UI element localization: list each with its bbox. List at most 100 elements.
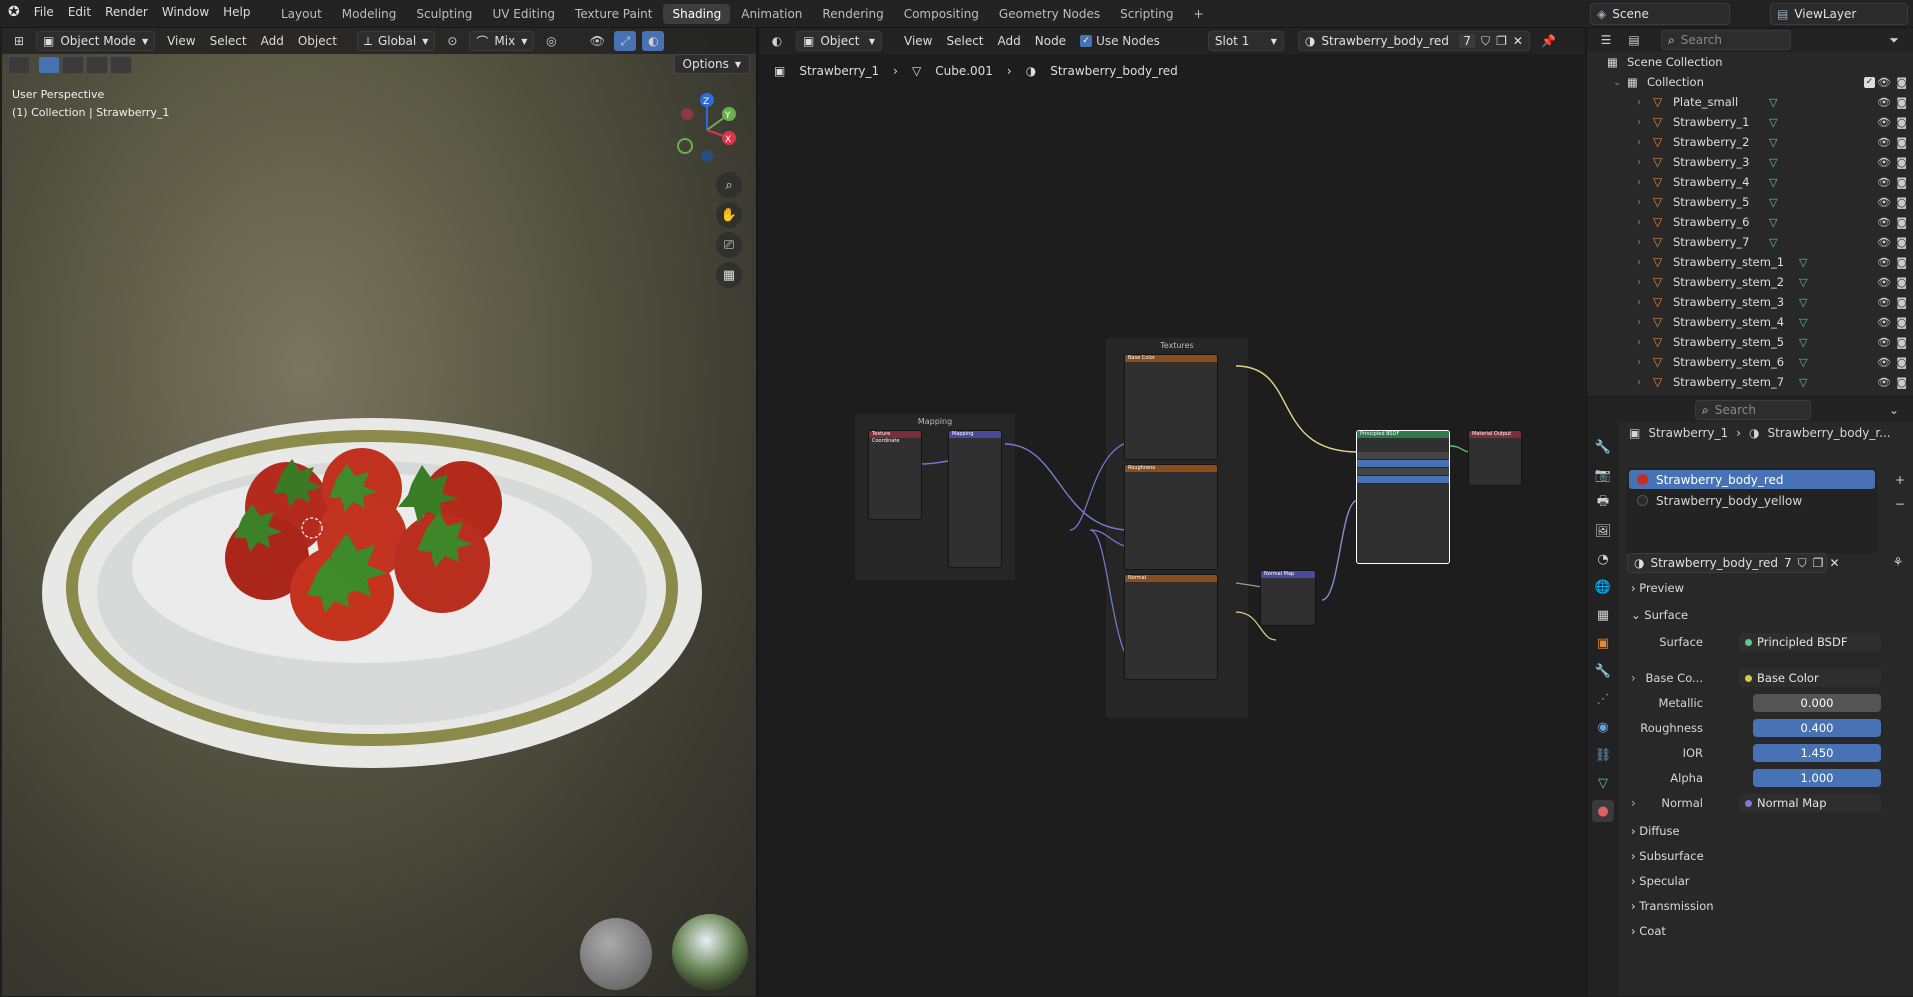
- ior-field[interactable]: 1.450: [1753, 744, 1881, 762]
- mesh-data-icon[interactable]: ▽: [1799, 256, 1807, 269]
- select-extend-icon[interactable]: [62, 56, 84, 74]
- node-normal-texture[interactable]: Normal: [1124, 574, 1218, 680]
- chevron-right-icon[interactable]: ›: [1637, 257, 1641, 268]
- chevron-right-icon[interactable]: ›: [1637, 117, 1641, 128]
- mesh-data-icon[interactable]: ▽: [1799, 336, 1807, 349]
- 3d-viewport[interactable]: ⊞ ▣ Object Mode ▼ View Select Add Object ⟂…: [2, 28, 758, 996]
- particles-tab-icon[interactable]: ⋰: [1592, 688, 1614, 710]
- outliner-item[interactable]: › ▽ Strawberry_stem_3 ▽ 👁 ◙: [1587, 292, 1913, 312]
- eye-icon[interactable]: 👁: [1877, 336, 1891, 349]
- menu-window[interactable]: Window: [162, 5, 209, 19]
- node-normal-map[interactable]: Normal Map: [1260, 570, 1316, 626]
- collection-row[interactable]: ⌄ ▦ Collection ✓ 👁 ◙: [1587, 72, 1913, 92]
- camera-icon[interactable]: ◙: [1896, 176, 1907, 189]
- menu-file[interactable]: File: [34, 5, 54, 19]
- eye-icon[interactable]: 👁: [1877, 216, 1891, 229]
- zoom-icon[interactable]: ⌕: [716, 172, 742, 198]
- chevron-right-icon[interactable]: ›: [1637, 357, 1641, 368]
- chevron-right-icon[interactable]: ›: [1631, 671, 1636, 685]
- chevron-right-icon[interactable]: ›: [1637, 317, 1641, 328]
- outliner-item[interactable]: › ▽ Strawberry_stem_5 ▽ 👁 ◙: [1587, 332, 1913, 352]
- render-tab-icon[interactable]: 📷: [1592, 464, 1614, 486]
- eye-icon[interactable]: 👁: [1877, 356, 1891, 369]
- eye-icon[interactable]: 👁: [1877, 236, 1891, 249]
- eye-icon[interactable]: 👁: [1877, 136, 1891, 149]
- camera-icon[interactable]: ◙: [1896, 196, 1907, 209]
- menu-edit[interactable]: Edit: [68, 5, 91, 19]
- select-new-icon[interactable]: [38, 56, 60, 74]
- node-mapping[interactable]: Mapping: [948, 430, 1002, 568]
- tab-modeling[interactable]: Modeling: [333, 4, 406, 24]
- mesh-data-icon[interactable]: ▽: [1799, 376, 1807, 389]
- outliner-item[interactable]: › ▽ Strawberry_stem_1 ▽ 👁 ◙: [1587, 252, 1913, 272]
- outliner-item[interactable]: › ▽ Strawberry_7 ▽ 👁 ◙: [1587, 232, 1913, 252]
- outliner-item[interactable]: › ▽ Strawberry_5 ▽ 👁 ◙: [1587, 192, 1913, 212]
- camera-icon[interactable]: ◙: [1896, 316, 1907, 329]
- filter-icon[interactable]: ⏷: [1883, 30, 1905, 50]
- normal-field[interactable]: Normal Map: [1739, 794, 1881, 812]
- camera-icon[interactable]: ◙: [1896, 76, 1907, 89]
- select-intersect-icon[interactable]: [110, 56, 132, 74]
- modifier-tab-icon[interactable]: 🔧: [1592, 660, 1614, 682]
- mesh-data-icon[interactable]: ▽: [1799, 316, 1807, 329]
- view-layer-tab-icon[interactable]: 🖼: [1592, 520, 1614, 542]
- tab-rendering[interactable]: Rendering: [813, 4, 892, 24]
- outliner-item[interactable]: › ▽ Strawberry_4 ▽ 👁 ◙: [1587, 172, 1913, 192]
- camera-view-icon[interactable]: ⎚: [716, 232, 742, 258]
- node-tree-icon[interactable]: ⚘: [1887, 552, 1909, 572]
- tab-uv-editing[interactable]: UV Editing: [483, 4, 564, 24]
- node-base-color-texture[interactable]: Base Color: [1124, 354, 1218, 460]
- scene-tab-icon[interactable]: ◔: [1592, 548, 1614, 570]
- preview-panel-header[interactable]: › Preview: [1631, 581, 1684, 595]
- camera-icon[interactable]: ◙: [1896, 276, 1907, 289]
- chevron-right-icon[interactable]: ›: [1637, 337, 1641, 348]
- data-tab-icon[interactable]: ▽: [1592, 772, 1614, 794]
- user-count[interactable]: 7: [1784, 556, 1792, 570]
- outliner-item[interactable]: › ▽ Strawberry_stem_6 ▽ 👁 ◙: [1587, 352, 1913, 372]
- roughness-field[interactable]: 0.400: [1753, 719, 1881, 737]
- eye-icon[interactable]: 👁: [1877, 76, 1891, 89]
- subsurface-panel-header[interactable]: › Subsurface: [1631, 849, 1704, 863]
- metallic-field[interactable]: 0.000: [1753, 694, 1881, 712]
- display-mode-icon[interactable]: ▤: [1623, 30, 1645, 50]
- mesh-data-icon[interactable]: ▽: [1799, 356, 1807, 369]
- eye-icon[interactable]: 👁: [1877, 96, 1891, 109]
- outliner-item[interactable]: › ▽ Strawberry_stem_7 ▽ 👁 ◙: [1587, 372, 1913, 392]
- vp-menu-add[interactable]: Add: [261, 34, 284, 48]
- menu-render[interactable]: Render: [105, 5, 148, 19]
- chevron-right-icon[interactable]: ›: [1637, 197, 1641, 208]
- editor-type-icon[interactable]: ⊞: [8, 31, 30, 51]
- view-layer-selector[interactable]: ▤ ViewLayer: [1770, 3, 1908, 25]
- close-icon[interactable]: ✕: [1829, 556, 1839, 570]
- chevron-right-icon[interactable]: ›: [1637, 177, 1641, 188]
- mesh-data-icon[interactable]: ▽: [1799, 276, 1807, 289]
- shader-node-editor[interactable]: ◐ ▣ Object ▼ View Select Add Node ✓ Use Nod…: [760, 28, 1584, 996]
- material-slot-list[interactable]: Strawberry_body_red Strawberry_body_yell…: [1627, 468, 1877, 554]
- tab-scripting[interactable]: Scripting: [1111, 4, 1182, 24]
- node-principled-bsdf[interactable]: Principled BSDF: [1356, 430, 1450, 564]
- transmission-panel-header[interactable]: › Transmission: [1631, 899, 1714, 913]
- diffuse-panel-header[interactable]: › Diffuse: [1631, 824, 1680, 838]
- ortho-grid-icon[interactable]: ▦: [716, 262, 742, 288]
- specular-panel-header[interactable]: › Specular: [1631, 874, 1690, 888]
- eye-icon[interactable]: 👁: [1877, 116, 1891, 129]
- tab-shading[interactable]: Shading: [663, 4, 731, 24]
- chevron-right-icon[interactable]: ›: [1637, 237, 1641, 248]
- chevron-right-icon[interactable]: ›: [1637, 97, 1641, 108]
- bsdf-field-metallic[interactable]: [1357, 452, 1449, 460]
- mesh-data-icon[interactable]: ▽: [1799, 296, 1807, 309]
- tab-layout[interactable]: Layout: [272, 4, 331, 24]
- add-workspace-button[interactable]: +: [1185, 4, 1213, 24]
- properties-editor[interactable]: ☰ ⌕Search ⌄ 🔧 📷 🖶 🖼 ◔ 🌐 ▦ ▣ 🔧 ⋰ ◉ ⛓ ▽ ● …: [1586, 398, 1913, 996]
- camera-icon[interactable]: ◙: [1896, 296, 1907, 309]
- surface-panel-header[interactable]: ⌄ Surface: [1631, 608, 1688, 622]
- eye-icon[interactable]: 👁: [1877, 176, 1891, 189]
- bsdf-field-alpha[interactable]: [1357, 476, 1449, 484]
- pan-hand-icon[interactable]: ✋: [716, 202, 742, 228]
- remove-slot-icon[interactable]: −: [1889, 494, 1911, 514]
- mesh-data-icon[interactable]: ▽: [1769, 176, 1777, 189]
- outliner-item[interactable]: › ▽ Strawberry_stem_2 ▽ 👁 ◙: [1587, 272, 1913, 292]
- duplicate-icon[interactable]: ❐: [1813, 556, 1824, 570]
- mesh-data-icon[interactable]: ▽: [1769, 136, 1777, 149]
- outliner-search[interactable]: ⌕ Search: [1661, 30, 1791, 50]
